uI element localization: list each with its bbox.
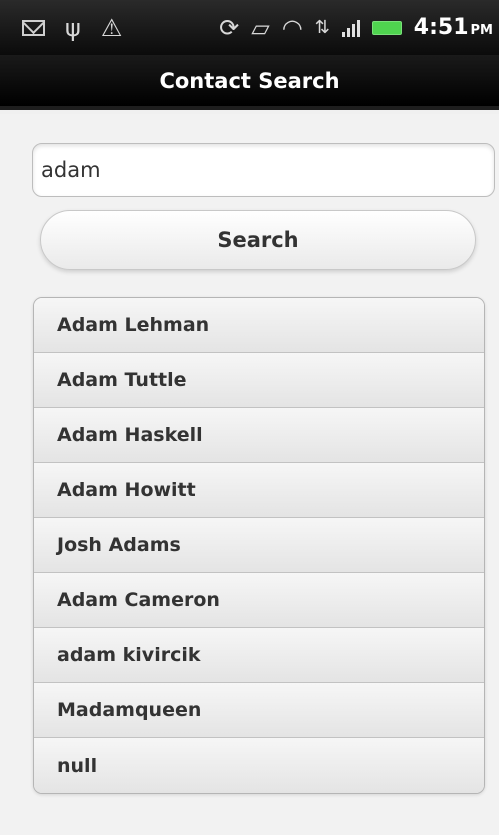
signal-icon — [341, 19, 360, 37]
main-content: Search Adam Lehman Adam Tuttle Adam Hask… — [0, 114, 499, 835]
battery-icon — [371, 20, 402, 35]
hspa-plus-icon: ⇅ — [314, 16, 330, 38]
status-bar: ψ ⚠ ⟳ ▱ ◠ ⇅ 4:51 PM — [0, 0, 499, 55]
list-item[interactable]: Adam Tuttle — [34, 353, 484, 408]
page-title: Contact Search — [159, 68, 340, 93]
list-item[interactable]: Adam Haskell — [34, 408, 484, 463]
app-header: Contact Search — [0, 55, 499, 110]
usb-icon: ψ — [65, 13, 81, 42]
sync-icon: ⟳ — [219, 13, 240, 42]
warning-icon: ⚠ — [100, 13, 123, 42]
vibrate-icon: ▱ — [251, 13, 270, 42]
list-item[interactable]: Josh Adams — [34, 518, 484, 573]
list-item[interactable]: Madamqueen — [34, 683, 484, 738]
list-item[interactable]: null — [34, 738, 484, 793]
search-input[interactable] — [32, 143, 495, 197]
clock-time: 4:51 — [413, 15, 469, 40]
search-button[interactable]: Search — [40, 210, 476, 270]
status-bar-notifications: ψ ⚠ — [0, 16, 122, 40]
wifi-icon: ◠ — [281, 13, 303, 42]
list-item[interactable]: Adam Howitt — [34, 463, 484, 518]
list-item[interactable]: adam kivircik — [34, 628, 484, 683]
status-bar-system: ⟳ ▱ ◠ ⇅ 4:51 PM — [219, 15, 499, 40]
mail-icon — [22, 19, 45, 36]
clock: 4:51 PM — [414, 15, 493, 40]
list-item[interactable]: Adam Lehman — [34, 298, 484, 353]
results-list: Adam Lehman Adam Tuttle Adam Haskell Ada… — [33, 297, 485, 794]
list-item[interactable]: Adam Cameron — [34, 573, 484, 628]
clock-ampm: PM — [470, 23, 493, 38]
